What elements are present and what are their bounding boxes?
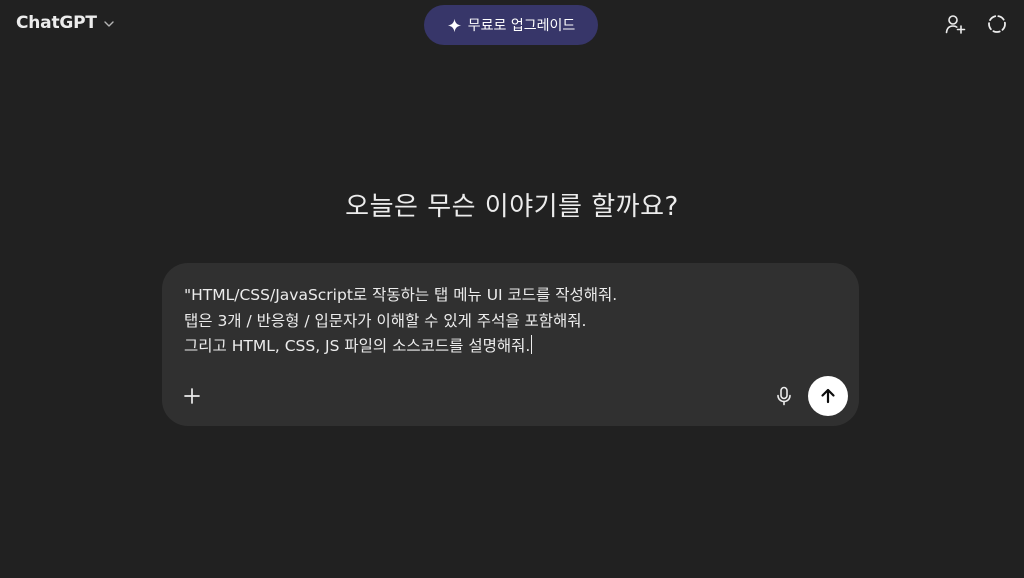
attach-button[interactable]: [180, 384, 204, 408]
temporary-chat-button[interactable]: [985, 12, 1009, 36]
sparkle-icon: [447, 18, 461, 32]
model-selector[interactable]: ChatGPT: [16, 13, 115, 33]
prompt-line-text: 그리고 HTML, CSS, JS 파일의 소스코드를 설명해줘.: [184, 337, 531, 355]
upgrade-button[interactable]: 무료로 업그레이드: [424, 5, 598, 45]
voice-input-button[interactable]: [772, 384, 796, 408]
plus-icon: [184, 388, 200, 404]
send-button[interactable]: [808, 376, 848, 416]
model-label: ChatGPT: [16, 13, 97, 33]
page-title: 오늘은 무슨 이야기를 할까요?: [345, 192, 679, 222]
chevron-down-icon: [104, 20, 114, 27]
text-caret: [531, 335, 533, 354]
prompt-line: 그리고 HTML, CSS, JS 파일의 소스코드를 설명해줘.: [184, 334, 835, 360]
prompt-input[interactable]: "HTML/CSS/JavaScript로 작동하는 탭 메뉴 UI 코드를 작…: [184, 283, 835, 360]
arrow-up-icon: [821, 388, 835, 404]
prompt-line: 탭은 3개 / 반응형 / 입문자가 이해할 수 있게 주석을 포함해줘.: [184, 311, 587, 330]
add-user-button[interactable]: [943, 12, 967, 36]
upgrade-label: 무료로 업그레이드: [467, 18, 576, 34]
temporary-chat-icon: [988, 15, 1006, 33]
add-user-icon: [945, 15, 966, 34]
message-composer[interactable]: "HTML/CSS/JavaScript로 작동하는 탭 메뉴 UI 코드를 작…: [162, 263, 859, 426]
microphone-icon: [777, 386, 791, 406]
chat-page: ChatGPT 무료로 업그레이드 오늘은 무슨 이야기를 할까요? "HTML…: [0, 0, 1024, 578]
prompt-line: "HTML/CSS/JavaScript로 작동하는 탭 메뉴 UI 코드를 작…: [184, 286, 618, 304]
